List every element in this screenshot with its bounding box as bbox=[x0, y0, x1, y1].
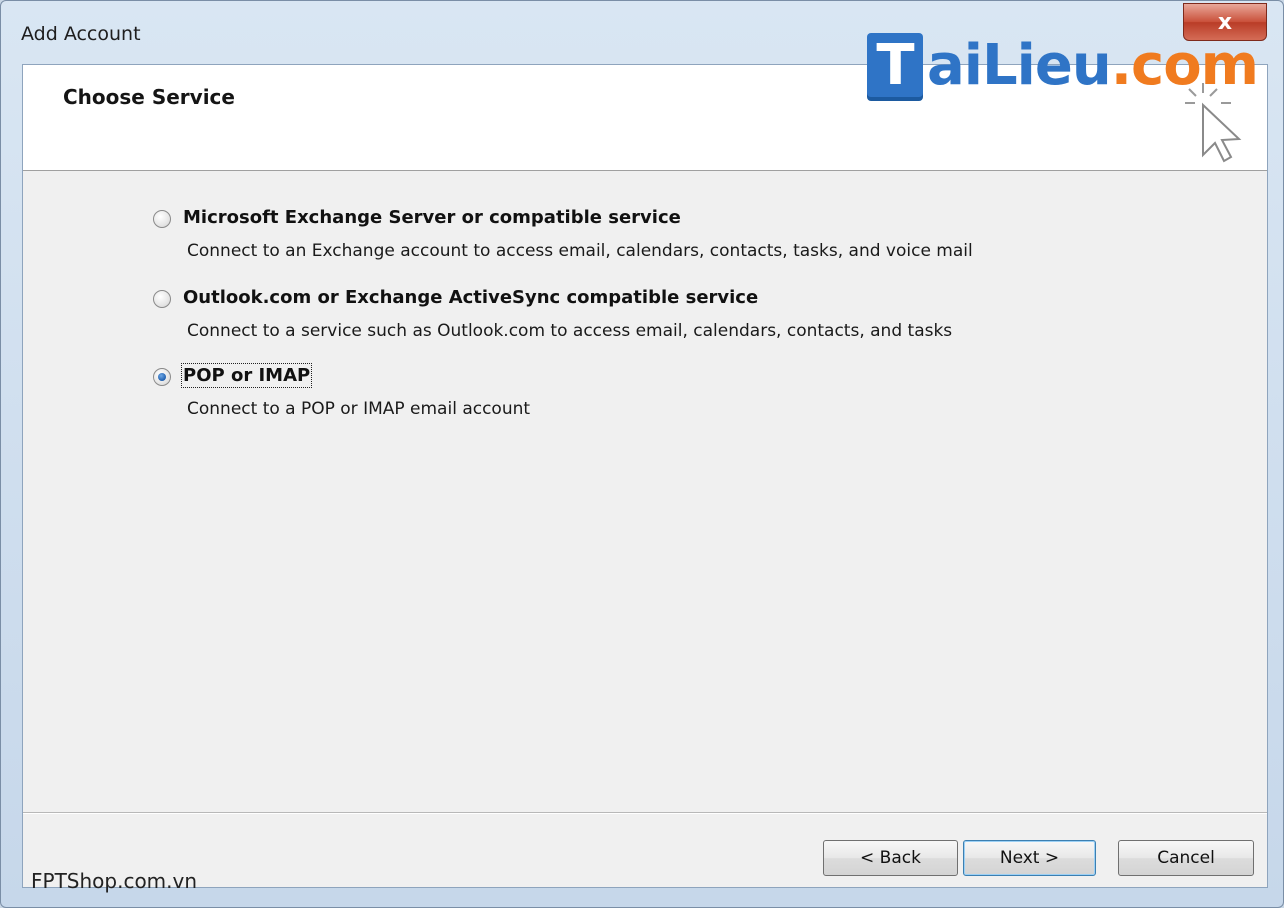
exchange-option-description: Connect to an Exchange account to access… bbox=[187, 241, 973, 261]
source-watermark: FPTShop.com.vn bbox=[31, 869, 198, 893]
pop-imap-option-description: Connect to a POP or IMAP email account bbox=[187, 399, 531, 419]
pop-imap-option-label[interactable]: POP or IMAP bbox=[180, 363, 313, 388]
activesync-radio[interactable] bbox=[153, 290, 171, 308]
activesync-option-description: Connect to a service such as Outlook.com… bbox=[187, 321, 953, 341]
pop-imap-radio[interactable] bbox=[153, 368, 171, 386]
logo-text-blue: aiLieu bbox=[927, 32, 1112, 98]
mouse-pointer-icon bbox=[1185, 83, 1242, 163]
add-account-dialog: Add Account x Choose Service T aiLieu .c… bbox=[0, 0, 1284, 908]
window-title: Add Account bbox=[21, 23, 141, 45]
exchange-option-label[interactable]: Microsoft Exchange Server or compatible … bbox=[183, 207, 681, 228]
header-panel: Choose Service T aiLieu .com bbox=[23, 33, 1267, 171]
exchange-radio[interactable] bbox=[153, 210, 171, 228]
footer-divider bbox=[23, 812, 1267, 814]
activesync-option-label[interactable]: Outlook.com or Exchange ActiveSync compa… bbox=[183, 287, 758, 308]
back-button[interactable]: < Back bbox=[823, 840, 958, 876]
logo-letter-box: T bbox=[867, 32, 923, 98]
cancel-button[interactable]: Cancel bbox=[1118, 840, 1254, 876]
page-title: Choose Service bbox=[63, 85, 235, 109]
logo-letter: T bbox=[876, 32, 914, 98]
dialog-content: Choose Service T aiLieu .com Microsoft E… bbox=[22, 33, 1268, 888]
next-button[interactable]: Next > bbox=[963, 840, 1096, 876]
